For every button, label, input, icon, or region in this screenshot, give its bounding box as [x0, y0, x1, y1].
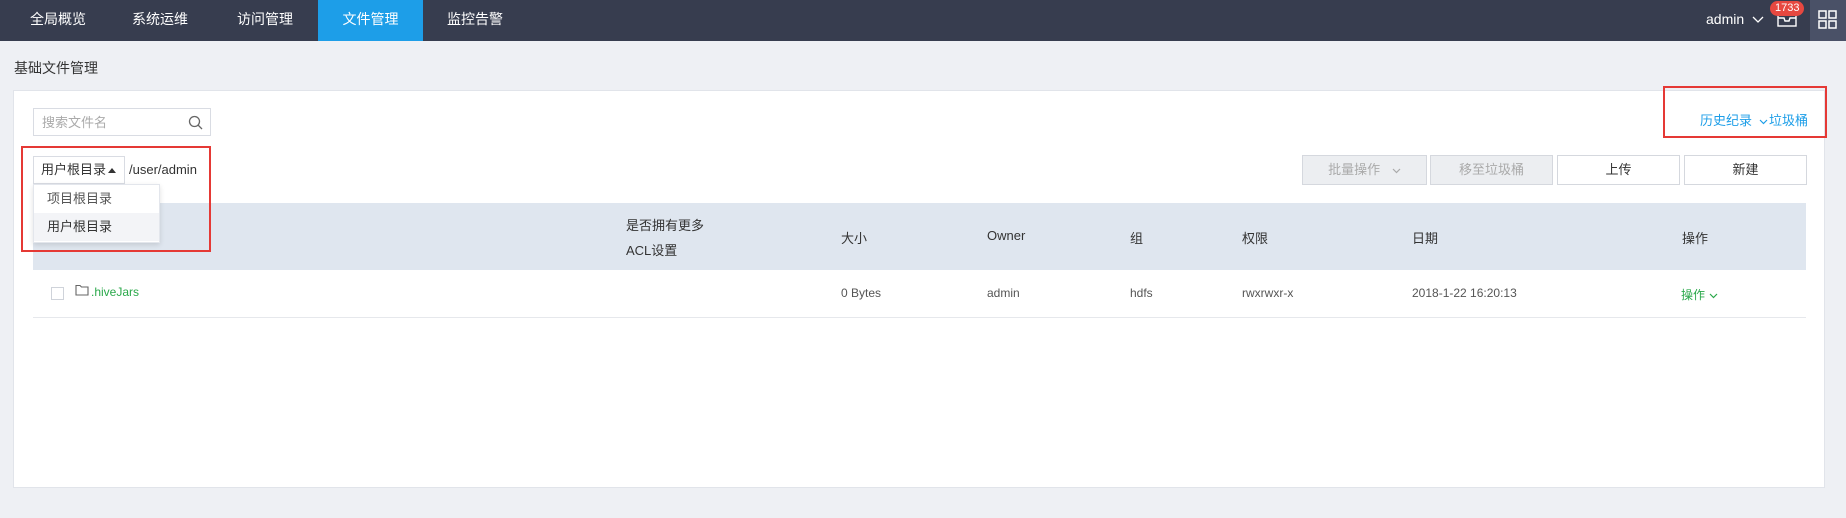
table-row: .hiveJars 0 Bytes admin hdfs rwxrwxr-x 2… — [33, 270, 1806, 318]
col-size: 大小 — [841, 231, 868, 246]
folder-icon — [75, 284, 89, 296]
col-acl-line1: 是否拥有更多 — [626, 218, 705, 233]
app-grid-button[interactable] — [1810, 0, 1846, 41]
chevron-down-icon — [1709, 293, 1718, 299]
col-ops: 操作 — [1682, 231, 1709, 246]
col-date: 日期 — [1412, 231, 1439, 246]
col-permission: 权限 — [1242, 231, 1269, 246]
chevron-down-icon — [1752, 16, 1764, 24]
cell-owner: admin — [987, 286, 1020, 300]
col-acl-line2: ACL设置 — [626, 243, 678, 258]
nav-tab-monitor[interactable]: 监控告警 — [435, 0, 515, 41]
table-header: 是否拥有更多 ACL设置 大小 Owner 组 权限 日期 操作 — [33, 203, 1806, 270]
search-input[interactable] — [34, 109, 190, 135]
nav-tab-overview[interactable]: 全局概览 — [18, 0, 98, 41]
cell-size: 0 Bytes — [841, 286, 882, 300]
nav-tab-access[interactable]: 访问管理 — [225, 0, 305, 41]
cell-date: 2018-1-22 16:20:13 — [1412, 286, 1517, 300]
col-group: 组 — [1130, 231, 1144, 246]
move-to-trash-button[interactable]: 移至垃圾桶 — [1430, 155, 1553, 185]
top-nav-bar: 全局概览 系统运维 访问管理 文件管理 监控告警 admin 1733 — [0, 0, 1846, 41]
new-button[interactable]: 新建 — [1684, 155, 1807, 185]
nav-tab-files[interactable]: 文件管理 — [318, 0, 423, 41]
chevron-down-icon — [1392, 168, 1401, 173]
nav-tab-ops[interactable]: 系统运维 — [120, 0, 200, 41]
highlight-box-dir-select — [21, 146, 211, 252]
cell-permission: rwxrwxr-x — [1242, 286, 1294, 300]
file-name-link[interactable]: .hiveJars — [91, 285, 139, 299]
user-name: admin — [1706, 11, 1745, 27]
cell-group: hdfs — [1130, 286, 1153, 300]
grid-icon — [1818, 10, 1837, 29]
history-link[interactable]: 历史纪录 — [1700, 110, 1768, 129]
batch-ops-button[interactable]: 批量操作 — [1302, 155, 1427, 185]
col-owner: Owner — [987, 228, 1026, 243]
page-title: 基础文件管理 — [14, 60, 98, 76]
search-box — [33, 108, 211, 136]
row-checkbox[interactable] — [51, 287, 64, 300]
search-icon[interactable] — [188, 115, 203, 130]
history-label: 历史纪录 — [1700, 113, 1753, 128]
batch-ops-label: 批量操作 — [1328, 162, 1381, 177]
mail-badge: 1733 — [1770, 1, 1805, 16]
row-ops-menu[interactable]: 操作 — [1681, 286, 1718, 303]
user-menu[interactable]: admin — [1706, 0, 1764, 41]
trash-link[interactable]: 垃圾桶 — [1769, 110, 1808, 129]
chevron-down-icon — [1759, 119, 1768, 124]
row-ops-label: 操作 — [1681, 288, 1706, 302]
upload-button[interactable]: 上传 — [1557, 155, 1680, 185]
